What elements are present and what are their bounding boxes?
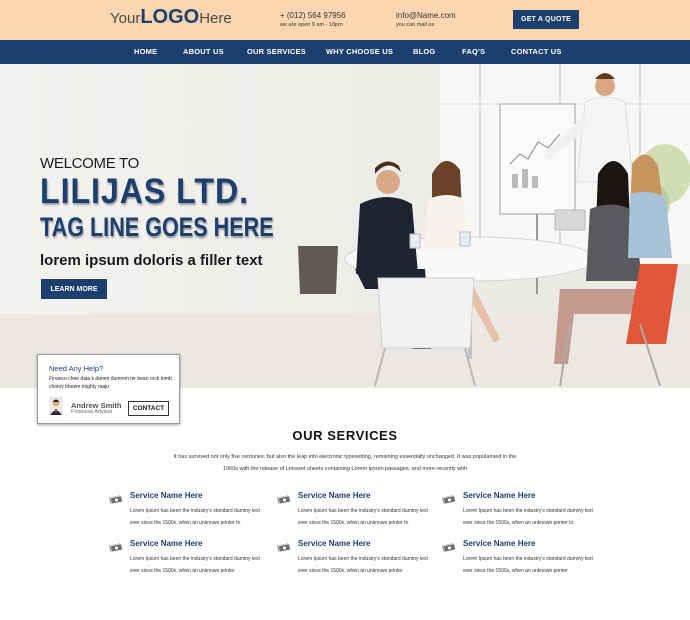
nav-home[interactable]: HOME <box>134 47 157 56</box>
service-name[interactable]: Service Name Here <box>298 539 371 548</box>
service-item[interactable]: Service Name Here Lorem Ipsum has been t… <box>109 491 260 531</box>
logo[interactable]: YourLOGOHere <box>110 6 232 29</box>
phone-block: + (012) 564 97956 we are open 9 am - 10p… <box>280 11 346 28</box>
service-name[interactable]: Service Name Here <box>298 491 371 500</box>
money-icon <box>277 539 291 553</box>
learn-more-button[interactable]: LEARN MORE <box>41 279 107 299</box>
logo-suffix: Here <box>199 10 232 27</box>
main-nav: HOME ABOUT US OUR SERVICES WHY CHOOSE US… <box>0 40 690 64</box>
service-name[interactable]: Service Name Here <box>130 539 203 548</box>
help-title: Need Any Help? <box>49 364 104 373</box>
email-address[interactable]: info@Name.com <box>396 11 456 20</box>
phone-number[interactable]: + (012) 564 97956 <box>280 11 346 20</box>
money-icon <box>277 491 291 505</box>
help-text: Financo chee data k dumm dummm mr bean r… <box>49 376 172 390</box>
service-description: Lorem Ipsum has been the industry's stan… <box>298 508 428 526</box>
service-item[interactable]: Service Name Here Lorem Ipsum has been t… <box>277 491 428 531</box>
advisor-avatar <box>49 397 63 415</box>
service-description: Lorem Ipsum has been the industry's stan… <box>463 556 593 574</box>
service-name[interactable]: Service Name Here <box>463 491 536 500</box>
nav-about-us[interactable]: ABOUT US <box>183 47 224 56</box>
nav-our-services[interactable]: OUR SERVICES <box>247 47 306 56</box>
opening-hours: we are open 9 am - 10pm <box>280 22 343 28</box>
help-card: Need Any Help? Financo chee data k dumm … <box>37 354 180 424</box>
hero-company-name: LILIJAS LTD. <box>40 172 250 211</box>
top-bar: YourLOGOHere + (012) 564 97956 we are op… <box>0 0 690 40</box>
service-description: Lorem Ipsum has been the industry's stan… <box>130 556 260 574</box>
hero-filler-text: lorem ipsum doloris a filler text <box>40 252 263 269</box>
money-icon <box>109 491 123 505</box>
contact-button[interactable]: CONTACT <box>128 401 169 416</box>
service-name[interactable]: Service Name Here <box>130 491 203 500</box>
email-block: info@Name.com you can mail us <box>396 11 456 28</box>
service-name[interactable]: Service Name Here <box>463 539 536 548</box>
nav-contact-us[interactable]: CONTACT US <box>511 47 562 56</box>
services-intro: It has survived not only five centuries,… <box>173 454 517 472</box>
service-item[interactable]: Service Name Here Lorem Ipsum has been t… <box>442 539 593 579</box>
money-icon <box>442 491 456 505</box>
service-item[interactable]: Service Name Here Lorem Ipsum has been t… <box>277 539 428 579</box>
services-heading: OUR SERVICES <box>292 428 398 443</box>
money-icon <box>109 539 123 553</box>
hero-tagline: TAG LINE GOES HERE <box>40 212 274 242</box>
nav-why-choose-us[interactable]: WHY CHOOSE US <box>326 47 393 56</box>
service-item[interactable]: Service Name Here Lorem Ipsum has been t… <box>442 491 593 531</box>
service-description: Lorem Ipsum has been the industry's stan… <box>130 508 260 526</box>
money-icon <box>442 539 456 553</box>
get-quote-button[interactable]: GET A QUOTE <box>513 10 579 29</box>
service-description: Lorem Ipsum has been the industry's stan… <box>463 508 593 526</box>
advisor-role: Financial Advisor <box>71 409 113 415</box>
service-description: Lorem Ipsum has been the industry's stan… <box>298 556 428 574</box>
logo-mid: LOGO <box>140 6 200 28</box>
nav-blog[interactable]: BLOG <box>413 47 435 56</box>
email-subtext: you can mail us <box>396 22 435 28</box>
nav-faqs[interactable]: FAQ'S <box>462 47 485 56</box>
service-item[interactable]: Service Name Here Lorem Ipsum has been t… <box>109 539 260 579</box>
logo-prefix: Your <box>110 10 141 27</box>
hero-welcome: WELCOME TO <box>40 155 139 172</box>
hero-banner: WELCOME TO LILIJAS LTD. TAG LINE GOES HE… <box>0 64 690 388</box>
